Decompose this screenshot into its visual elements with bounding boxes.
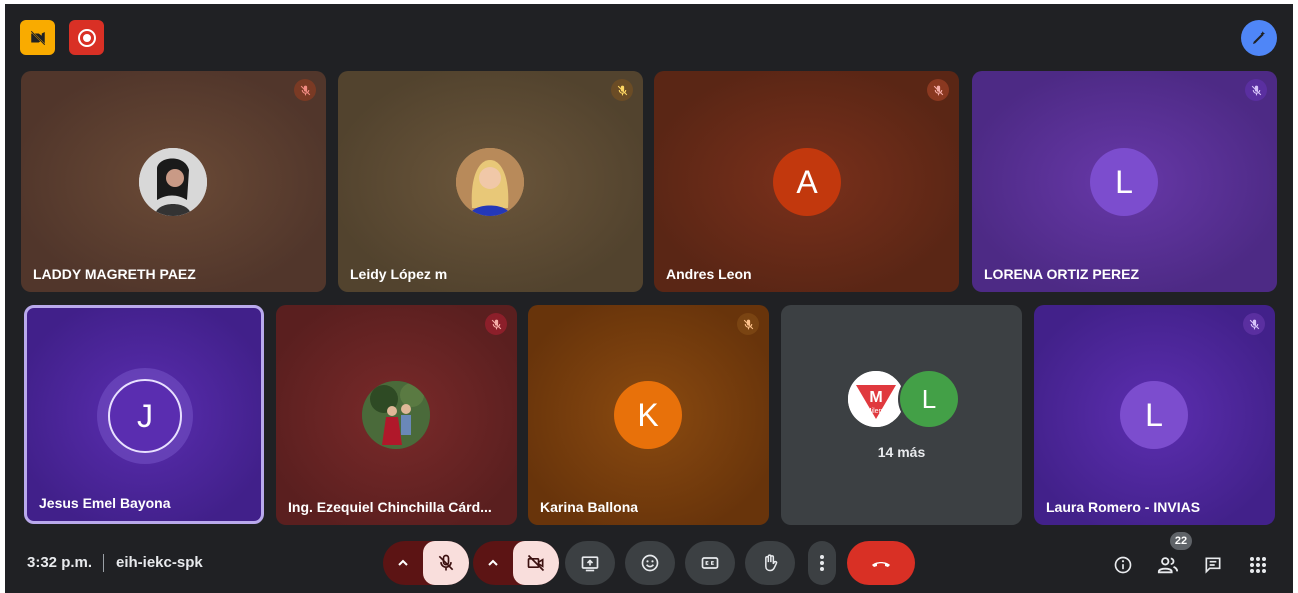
people-icon (1157, 557, 1179, 574)
participant-tile[interactable]: L Laura Romero - INVIAS (1034, 305, 1275, 525)
mic-off-icon (300, 85, 310, 95)
avatar-letter: J (108, 379, 182, 453)
mic-off-icon (1251, 85, 1261, 95)
participant-tile[interactable]: K Karina Ballona (528, 305, 769, 525)
avatar-photo (456, 148, 524, 216)
mic-control-group (383, 541, 469, 585)
activities-button[interactable] (1245, 552, 1271, 578)
more-participants-label: 14 más (877, 444, 926, 460)
captions-icon (701, 557, 719, 569)
mic-off-indicator (737, 313, 759, 335)
participant-name: LORENA ORTIZ PEREZ (984, 266, 1140, 282)
apps-grid-icon (1250, 557, 1266, 573)
pencil-magic-icon (1253, 31, 1265, 44)
present-screen-button[interactable] (565, 541, 615, 585)
people-button[interactable] (1155, 552, 1181, 578)
emoji-icon (641, 554, 659, 572)
avatar-photo (362, 381, 430, 449)
more-options-button[interactable] (808, 541, 836, 585)
mic-off-icon (438, 554, 454, 571)
people-count-badge: 22 (1170, 532, 1192, 550)
mic-off-indicator (1243, 313, 1265, 335)
hang-up-icon (872, 562, 890, 567)
logo-text: Milena (866, 408, 887, 415)
raise-hand-icon (765, 554, 778, 572)
participant-tile[interactable]: Leidy López m (338, 71, 643, 292)
camera-off-icon (527, 554, 545, 572)
camera-options-button[interactable] (473, 541, 513, 585)
avatar-letter: L (1120, 381, 1188, 449)
divider (103, 554, 104, 572)
overflow-participants-tile[interactable]: M Milena L 14 más (781, 305, 1022, 525)
mic-off-icon (743, 319, 753, 329)
camera-control-group (473, 541, 559, 585)
mic-options-button[interactable] (383, 541, 423, 585)
visual-effects-button[interactable] (1241, 20, 1277, 56)
mic-toggle-button[interactable] (423, 541, 469, 585)
participant-name: Laura Romero - INVIAS (1046, 499, 1201, 515)
chevron-up-icon (488, 559, 498, 566)
record-icon (77, 28, 96, 47)
mic-off-indicator (294, 79, 316, 101)
video-off-badge[interactable] (20, 20, 55, 55)
mic-off-indicator (1245, 79, 1267, 101)
camera-toggle-button[interactable] (513, 541, 559, 585)
meeting-details-button[interactable] (1110, 552, 1136, 578)
participant-name: Karina Ballona (540, 499, 639, 515)
participant-tile[interactable]: Ing. Ezequiel Chinchilla Cárd... (276, 305, 517, 525)
info-icon (1114, 556, 1132, 574)
present-screen-icon (581, 556, 599, 572)
participant-tile-speaking[interactable]: J Jesus Emel Bayona (24, 305, 264, 524)
chevron-up-icon (398, 559, 408, 566)
avatar-letter: L (898, 369, 960, 429)
mic-off-indicator (485, 313, 507, 335)
raise-hand-button[interactable] (745, 541, 795, 585)
emoji-reactions-button[interactable] (625, 541, 675, 585)
mic-off-icon (1249, 319, 1259, 329)
logo-letter: M (869, 389, 882, 406)
meet-call-window: LADDY MAGRETH PAEZ Leidy López m A Andre… (5, 4, 1293, 593)
participant-tile[interactable]: LADDY MAGRETH PAEZ (21, 71, 326, 292)
avatar-photo (139, 148, 207, 216)
participant-tile[interactable]: A Andres Leon (654, 71, 959, 292)
video-off-icon (30, 30, 45, 45)
avatar-logo: M Milena (846, 369, 906, 429)
mic-off-indicator (927, 79, 949, 101)
participant-tile[interactable]: L LORENA ORTIZ PEREZ (972, 71, 1277, 292)
participant-name: Leidy López m (350, 266, 448, 282)
mic-off-icon (933, 85, 943, 95)
participant-name: LADDY MAGRETH PAEZ (33, 266, 196, 282)
mic-off-icon (617, 85, 627, 95)
mic-off-icon (491, 319, 501, 329)
participant-name: Ing. Ezequiel Chinchilla Cárd... (288, 499, 492, 515)
mic-off-indicator (611, 79, 633, 101)
chat-button[interactable] (1200, 552, 1226, 578)
avatar-letter: L (1090, 148, 1158, 216)
chat-icon (1205, 557, 1221, 574)
participant-name: Andres Leon (666, 266, 752, 282)
captions-button[interactable] (685, 541, 735, 585)
recording-badge[interactable] (69, 20, 104, 55)
meeting-code: eih-iekc-spk (116, 554, 203, 571)
more-vert-icon (820, 555, 824, 571)
meeting-time: 3:32 p.m. (27, 554, 93, 571)
avatar-letter: A (773, 148, 841, 216)
leave-call-button[interactable] (847, 541, 915, 585)
participant-name: Jesus Emel Bayona (39, 495, 171, 511)
avatar-letter: K (614, 381, 682, 449)
